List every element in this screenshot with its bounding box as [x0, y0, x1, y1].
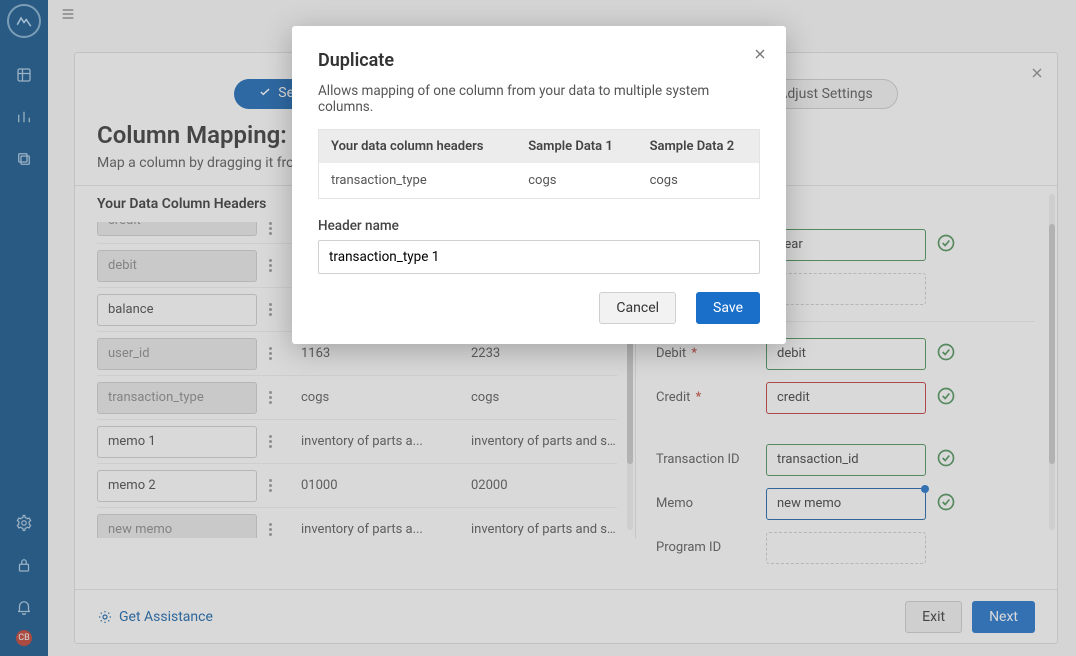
close-icon[interactable]	[752, 46, 768, 66]
table-cell: transaction_type	[319, 163, 517, 199]
modal-title: Duplicate	[318, 50, 760, 71]
table-row: transaction_type cogs cogs	[319, 163, 760, 199]
table-header: Your data column headers	[319, 130, 517, 164]
table-cell: cogs	[516, 163, 637, 199]
save-button[interactable]: Save	[696, 292, 760, 324]
sample-data-table: Your data column headers Sample Data 1 S…	[318, 129, 760, 199]
table-header: Sample Data 2	[638, 130, 760, 164]
table-header: Sample Data 1	[516, 130, 637, 164]
modal-description: Allows mapping of one column from your d…	[318, 83, 760, 115]
duplicate-modal: Duplicate Allows mapping of one column f…	[292, 26, 786, 344]
header-name-label: Header name	[318, 218, 399, 234]
table-cell: cogs	[638, 163, 760, 199]
header-name-input[interactable]	[318, 240, 760, 274]
cancel-button[interactable]: Cancel	[599, 292, 676, 324]
